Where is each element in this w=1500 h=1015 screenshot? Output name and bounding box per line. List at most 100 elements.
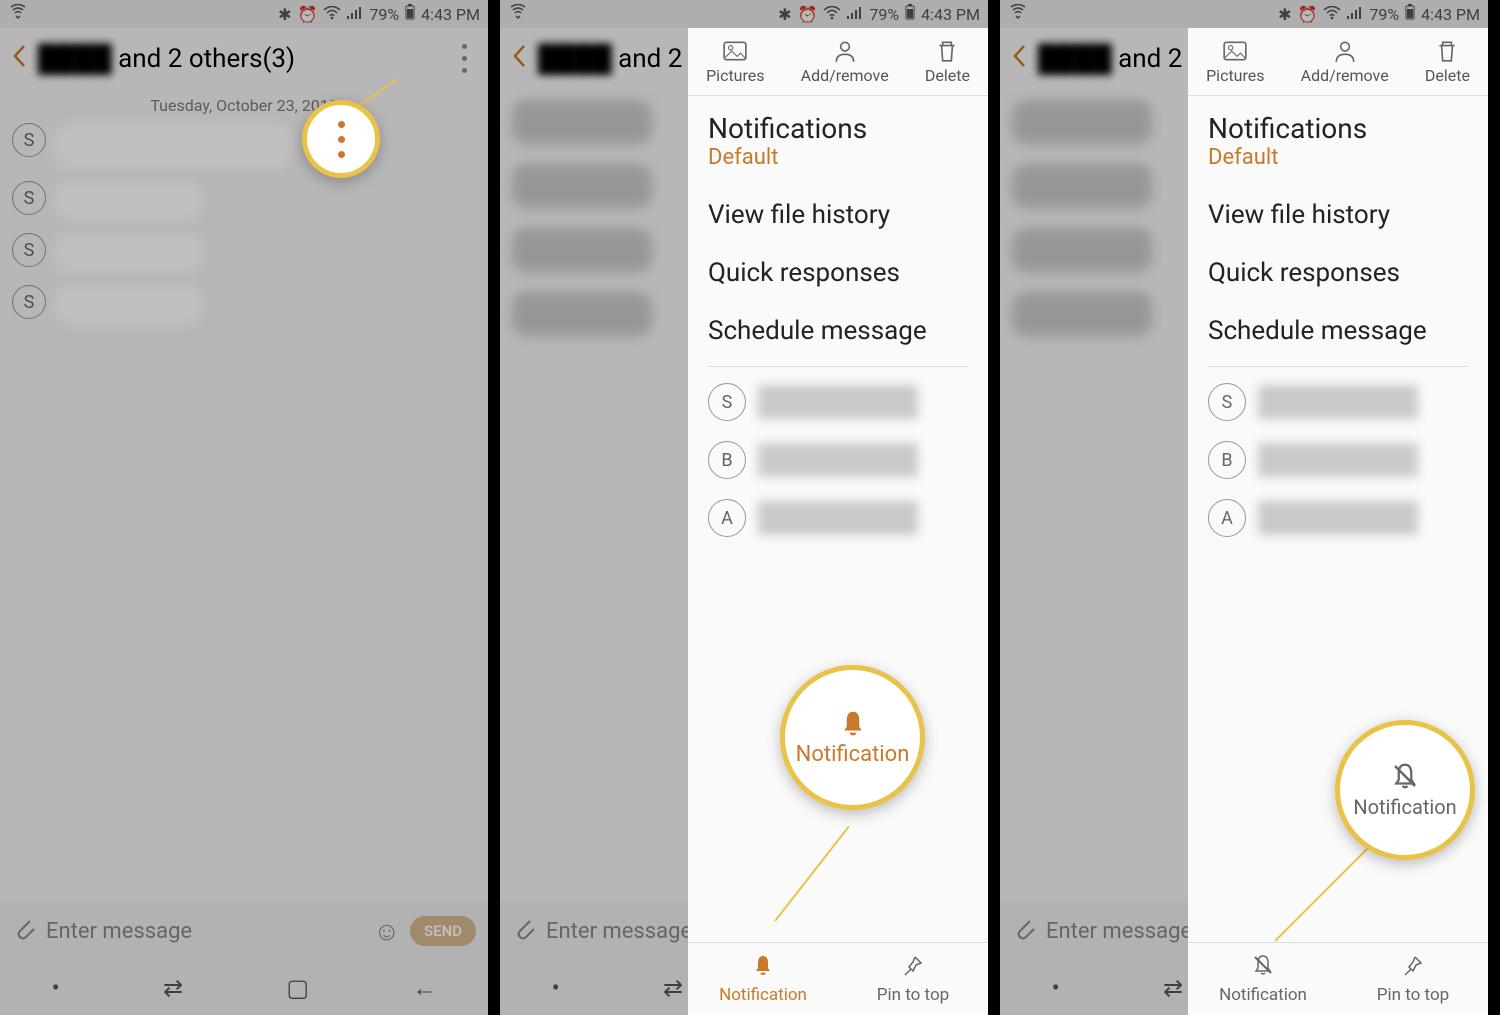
pin-icon bbox=[901, 953, 925, 983]
contact-row[interactable]: S bbox=[1188, 373, 1488, 431]
contact-row[interactable]: B bbox=[688, 431, 988, 489]
options-drawer: Pictures Add/remove Delete Notifications… bbox=[1188, 28, 1488, 1015]
drawer-addremove-button[interactable]: Add/remove bbox=[801, 38, 889, 85]
message-row: S bbox=[12, 181, 476, 221]
battery-icon bbox=[405, 4, 415, 24]
back-button[interactable] bbox=[12, 42, 26, 75]
drawer-pin-to-top[interactable]: Pin to top bbox=[1338, 943, 1488, 1015]
send-button[interactable]: SEND bbox=[410, 916, 476, 946]
drawer-schedule-message[interactable]: Schedule message bbox=[1188, 302, 1488, 360]
avatar: A bbox=[708, 499, 746, 537]
wifi-icon bbox=[1323, 5, 1341, 24]
wifi-icon bbox=[323, 5, 341, 24]
drawer-bottom-bar: Notification Pin to top bbox=[1188, 942, 1488, 1015]
avatar[interactable]: S bbox=[12, 233, 46, 267]
bluetooth-icon: ✱ bbox=[778, 5, 791, 24]
nav-recents-icon[interactable]: ⇄ bbox=[663, 974, 683, 1002]
message-list: S MMS 4:17 PM S S S bbox=[0, 123, 488, 325]
header: ████ and 2 others(3) bbox=[0, 28, 488, 88]
avatar[interactable]: S bbox=[12, 181, 46, 215]
contact-row[interactable]: A bbox=[1188, 489, 1488, 547]
alarm-icon: ⏰ bbox=[297, 5, 317, 24]
nav-back-icon[interactable]: ← bbox=[412, 974, 436, 1003]
avatar: A bbox=[1208, 499, 1246, 537]
background-messages bbox=[1012, 100, 1152, 356]
drawer-quick-responses[interactable]: Quick responses bbox=[688, 244, 988, 302]
more-menu-button[interactable] bbox=[452, 40, 476, 76]
signal-icon bbox=[1347, 5, 1363, 24]
avatar[interactable]: S bbox=[12, 123, 46, 157]
clock-time: 4:43 PM bbox=[1421, 5, 1480, 24]
attach-icon[interactable] bbox=[1012, 915, 1036, 948]
nav-assistant-icon[interactable]: • bbox=[1052, 974, 1060, 1002]
drawer-notification-toggle-off[interactable]: Notification bbox=[1188, 943, 1338, 1015]
back-button[interactable] bbox=[1012, 42, 1026, 75]
avatar: S bbox=[708, 383, 746, 421]
drawer-delete-button[interactable]: Delete bbox=[1425, 38, 1470, 85]
highlight-notification-off: Notification bbox=[1335, 720, 1475, 860]
avatar: B bbox=[1208, 441, 1246, 479]
contact-row[interactable]: A bbox=[688, 489, 988, 547]
contact-row[interactable]: B bbox=[1188, 431, 1488, 489]
back-button[interactable] bbox=[512, 42, 526, 75]
signal-icon bbox=[847, 5, 863, 24]
options-drawer: Pictures Add/remove Delete Notifications… bbox=[688, 28, 988, 1015]
drawer-top-actions: Pictures Add/remove Delete bbox=[688, 28, 988, 96]
wifi-calling-icon bbox=[8, 4, 28, 24]
nav-bar: • ⇄ ▢ ← bbox=[0, 961, 488, 1015]
message-row: S MMS 4:17 PM bbox=[12, 123, 476, 169]
clock-time: 4:43 PM bbox=[421, 5, 480, 24]
avatar: B bbox=[708, 441, 746, 479]
wifi-icon bbox=[823, 5, 841, 24]
drawer-notifications-setting[interactable]: Notifications Default bbox=[688, 96, 988, 186]
drawer-notification-toggle-on[interactable]: Notification bbox=[688, 943, 838, 1015]
battery-percent: 79% bbox=[369, 5, 399, 24]
bluetooth-icon: ✱ bbox=[278, 5, 291, 24]
message-input-bar: Enter message ☺ SEND bbox=[0, 901, 488, 961]
drawer-delete-button[interactable]: Delete bbox=[925, 38, 970, 85]
avatar[interactable]: S bbox=[12, 285, 46, 319]
panel-conversation: ✱ ⏰ 79% 4:43 PM ████ and 2 others(3) Tue… bbox=[0, 0, 500, 1015]
message-row: S bbox=[12, 233, 476, 273]
avatar: S bbox=[1208, 383, 1246, 421]
wifi-calling-icon bbox=[1008, 4, 1028, 24]
attach-icon[interactable] bbox=[12, 915, 36, 948]
drawer-schedule-message[interactable]: Schedule message bbox=[688, 302, 988, 360]
drawer-pictures-button[interactable]: Pictures bbox=[706, 38, 764, 85]
nav-recents-icon[interactable]: ⇄ bbox=[163, 974, 183, 1002]
nav-assistant-icon[interactable]: • bbox=[52, 974, 60, 1002]
signal-icon bbox=[347, 5, 363, 24]
drawer-view-file-history[interactable]: View file history bbox=[688, 186, 988, 244]
contact-row[interactable]: S bbox=[688, 373, 988, 431]
nav-assistant-icon[interactable]: • bbox=[552, 974, 560, 1002]
nav-home-icon[interactable]: ▢ bbox=[286, 974, 309, 1002]
status-bar: ✱ ⏰ 79% 4:43 PM bbox=[1000, 0, 1488, 28]
battery-percent: 79% bbox=[1369, 5, 1399, 24]
nav-recents-icon[interactable]: ⇄ bbox=[1163, 974, 1183, 1002]
drawer-top-actions: Pictures Add/remove Delete bbox=[1188, 28, 1488, 96]
emoji-icon[interactable]: ☺ bbox=[373, 916, 400, 947]
drawer-bottom-bar: Notification Pin to top bbox=[688, 942, 988, 1015]
message-row: S bbox=[12, 285, 476, 325]
wifi-calling-icon bbox=[508, 4, 528, 24]
panel-drawer-notif-on: ✱ ⏰ 79% 4:43 PM ████ and 2 Pictures bbox=[500, 0, 1000, 1015]
bell-off-icon bbox=[1251, 953, 1275, 983]
drawer-pin-to-top[interactable]: Pin to top bbox=[838, 943, 988, 1015]
drawer-pictures-button[interactable]: Pictures bbox=[1206, 38, 1264, 85]
date-header: Tuesday, October 23, 2018 bbox=[0, 88, 488, 123]
pin-icon bbox=[1401, 953, 1425, 983]
message-input[interactable]: Enter message bbox=[46, 919, 363, 944]
drawer-quick-responses[interactable]: Quick responses bbox=[1188, 244, 1488, 302]
clock-time: 4:43 PM bbox=[921, 5, 980, 24]
alarm-icon: ⏰ bbox=[1297, 5, 1317, 24]
drawer-view-file-history[interactable]: View file history bbox=[1188, 186, 1488, 244]
battery-icon bbox=[905, 4, 915, 24]
status-bar: ✱ ⏰ 79% 4:43 PM bbox=[0, 0, 488, 28]
background-messages bbox=[512, 100, 652, 356]
highlight-more-menu bbox=[302, 100, 380, 178]
battery-percent: 79% bbox=[869, 5, 899, 24]
attach-icon[interactable] bbox=[512, 915, 536, 948]
bell-filled-icon bbox=[751, 953, 775, 983]
drawer-notifications-setting[interactable]: Notifications Default bbox=[1188, 96, 1488, 186]
drawer-addremove-button[interactable]: Add/remove bbox=[1301, 38, 1389, 85]
